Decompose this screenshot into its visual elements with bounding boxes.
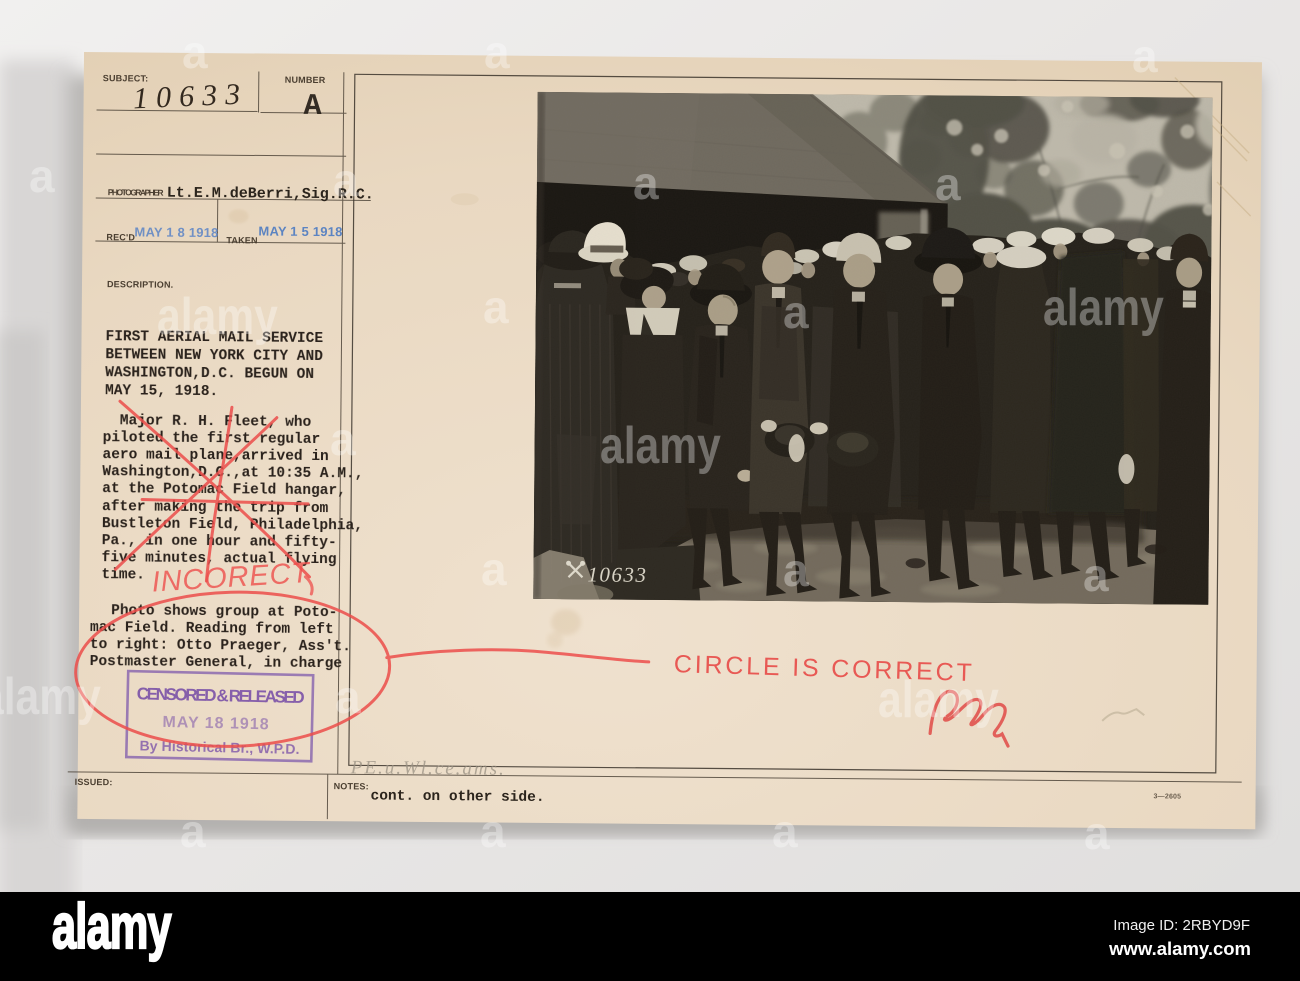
- svg-text:a: a: [935, 158, 961, 210]
- svg-text:a: a: [481, 543, 507, 595]
- svg-text:PHOTOGRAPHER: PHOTOGRAPHER: [108, 187, 164, 197]
- svg-text:a: a: [29, 150, 55, 202]
- svg-text:3—2605: 3—2605: [1154, 793, 1182, 800]
- svg-text:a: a: [772, 805, 798, 857]
- svg-text:alamy: alamy: [878, 671, 999, 729]
- svg-text:aero mail plane,arrived in: aero mail plane,arrived in: [102, 447, 328, 465]
- svg-text:REC'D: REC'D: [106, 232, 135, 242]
- svg-text:a: a: [484, 26, 510, 78]
- svg-text:MAY 15, 1918.: MAY 15, 1918.: [105, 383, 218, 400]
- svg-text:NOTES:: NOTES:: [334, 781, 369, 791]
- svg-text:Washington,D.C.,at 10:35 A.M.,: Washington,D.C.,at 10:35 A.M.,: [102, 464, 363, 482]
- svg-text:a: a: [480, 805, 506, 857]
- svg-text:CENSORED & RELEASED: CENSORED & RELEASED: [137, 684, 305, 707]
- svg-text:alamy: alamy: [52, 892, 172, 962]
- svg-text:piloted the first regular: piloted the first regular: [103, 430, 321, 448]
- svg-text:a: a: [182, 26, 208, 78]
- svg-text:a: a: [1083, 549, 1109, 601]
- svg-text:ISSUED:: ISSUED:: [75, 777, 113, 787]
- svg-text:10633: 10633: [132, 77, 248, 115]
- svg-text:PE.u.Wl.ce.ams.: PE.u.Wl.ce.ams.: [350, 757, 506, 779]
- svg-text:a: a: [180, 805, 206, 857]
- svg-text:a: a: [483, 281, 509, 333]
- svg-text:a: a: [783, 544, 809, 596]
- svg-text:a: a: [1084, 807, 1110, 859]
- svg-text:at the Potomac Field hangar,: at the Potomac Field hangar,: [102, 481, 346, 499]
- svg-text:a: a: [330, 413, 356, 465]
- svg-text:Postmaster General, in charge: Postmaster General, in charge: [90, 654, 342, 672]
- svg-text:MAY 1 5 1918: MAY 1 5 1918: [258, 223, 342, 239]
- svg-text:to right: Otto Praeger, Ass't.: to right: Otto Praeger, Ass't.: [90, 637, 351, 655]
- svg-text:alamy: alamy: [600, 417, 721, 475]
- svg-text:Bustleton Field, Philadelphia,: Bustleton Field, Philadelphia,: [102, 516, 363, 534]
- svg-text:alamy: alamy: [157, 288, 278, 346]
- svg-text:time.: time.: [101, 567, 145, 583]
- svg-text:mac Field. Reading from left: mac Field. Reading from left: [90, 620, 334, 638]
- svg-text:a: a: [1132, 30, 1158, 82]
- svg-text:TAKEN: TAKEN: [226, 235, 257, 245]
- svg-text:alamy: alamy: [1043, 279, 1164, 337]
- svg-text:cont. on other side.: cont. on other side.: [370, 788, 544, 806]
- svg-text:a: a: [333, 154, 359, 206]
- svg-text:NUMBER: NUMBER: [285, 75, 326, 85]
- svg-text:a: a: [335, 671, 361, 723]
- svg-text:WASHINGTON,D.C. BEGUN ON: WASHINGTON,D.C. BEGUN ON: [105, 365, 314, 383]
- svg-text:BETWEEN NEW YORK CITY AND: BETWEEN NEW YORK CITY AND: [105, 347, 323, 365]
- svg-text:MAY 18 1918: MAY 18 1918: [162, 714, 269, 733]
- svg-text:www.alamy.com: www.alamy.com: [1108, 938, 1251, 959]
- svg-text:alamy: alamy: [0, 668, 101, 726]
- svg-text:A: A: [303, 90, 321, 124]
- svg-text:Image ID: 2RBYD9F: Image ID: 2RBYD9F: [1113, 917, 1250, 934]
- svg-text:MAY 1 8 1918: MAY 1 8 1918: [134, 224, 218, 240]
- svg-text:a: a: [633, 157, 659, 209]
- svg-text:a: a: [783, 286, 809, 338]
